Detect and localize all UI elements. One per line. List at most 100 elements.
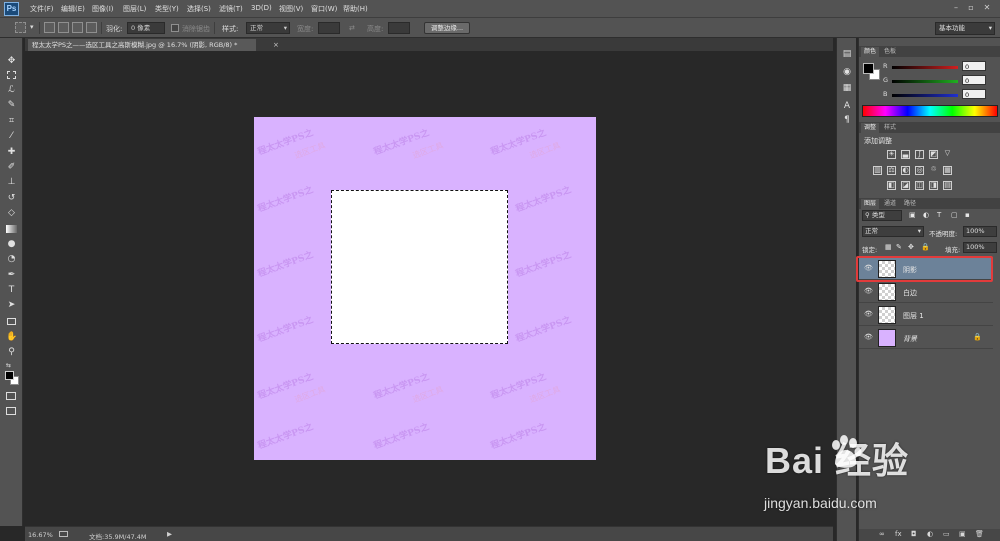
add-selection-icon[interactable]: [58, 22, 69, 33]
tab-adjustments[interactable]: 调整: [861, 123, 880, 133]
selective-color-icon[interactable]: ◨: [929, 181, 938, 190]
rect-marquee-tool-icon[interactable]: [7, 71, 16, 79]
tab-layers[interactable]: 图层: [861, 199, 880, 209]
posterize-icon[interactable]: ◪: [901, 181, 910, 190]
foreground-color-swatch[interactable]: [863, 63, 874, 74]
tab-color[interactable]: 颜色: [861, 47, 880, 57]
invert-icon[interactable]: ◧: [887, 181, 896, 190]
color-spectrum[interactable]: [862, 105, 998, 117]
document-canvas[interactable]: 程太太学PS之 选区工具 程太太学PS之 选区工具 程太太学PS之 选区工具 程…: [254, 117, 596, 460]
marquee-tool-preset-icon[interactable]: [15, 22, 26, 33]
layer-row-background[interactable]: 👁 背景 🔒: [859, 327, 993, 349]
subtract-selection-icon[interactable]: [72, 22, 83, 33]
history-icon[interactable]: ▤: [841, 48, 853, 60]
info-icon[interactable]: ▦: [841, 82, 853, 94]
feather-input[interactable]: 0 像素: [127, 22, 165, 34]
workspace-select[interactable]: 基本功能 ▾: [935, 22, 995, 35]
new-layer-icon[interactable]: ▣: [959, 530, 966, 538]
layer-row-white-border[interactable]: 👁 白边: [859, 281, 993, 303]
close-tab-icon[interactable]: ×: [273, 39, 279, 51]
curves-icon[interactable]: ∫: [915, 150, 924, 159]
photo-filter-icon[interactable]: ◎: [915, 166, 924, 175]
character-icon[interactable]: A: [841, 100, 853, 112]
slider-value[interactable]: 0: [962, 75, 986, 85]
height-input[interactable]: [388, 22, 410, 34]
tab-styles[interactable]: 样式: [881, 123, 899, 133]
menu-filter[interactable]: 滤镜(T): [219, 4, 243, 14]
style-select[interactable]: 正常 ▾: [246, 22, 290, 34]
blur-tool-icon[interactable]: ●: [6, 239, 17, 250]
maximize-icon[interactable]: ▫: [966, 3, 976, 13]
document-tab[interactable]: 程太太学PS之——选区工具之高斯模糊.jpg @ 16.7% (阴影, RGB/…: [28, 39, 256, 51]
hand-tool-icon[interactable]: ✋: [6, 332, 17, 343]
filter-type-icon[interactable]: T: [937, 211, 941, 219]
menu-3d[interactable]: 3D(D): [251, 4, 272, 12]
zoom-level[interactable]: 16.67%: [28, 531, 53, 539]
zoom-tool-icon[interactable]: ⚲: [6, 347, 17, 358]
menu-type[interactable]: 类型(Y): [155, 4, 179, 14]
channel-mixer-icon[interactable]: ♲: [929, 166, 938, 175]
layer-row-layer1[interactable]: 👁 图层 1: [859, 304, 993, 326]
eyedropper-tool-icon[interactable]: ⁄: [6, 131, 17, 142]
levels-icon[interactable]: ▃: [901, 150, 910, 159]
menu-image[interactable]: 图像(I): [92, 4, 114, 14]
menu-select[interactable]: 选择(S): [187, 4, 211, 14]
filter-shape-icon[interactable]: ▢: [951, 211, 958, 219]
menu-view[interactable]: 视图(V): [279, 4, 303, 14]
foreground-color-swatch[interactable]: [5, 371, 14, 380]
slider-track[interactable]: [892, 94, 958, 97]
exposure-icon[interactable]: ◩: [929, 150, 938, 159]
healing-brush-tool-icon[interactable]: ✚: [6, 147, 17, 158]
slider-value[interactable]: 0: [962, 61, 986, 71]
menu-file[interactable]: 文件(F): [30, 4, 54, 14]
menu-layer[interactable]: 图层(L): [123, 4, 146, 14]
crop-tool-icon[interactable]: ⌗: [6, 116, 17, 127]
lasso-tool-icon[interactable]: ℒ: [6, 85, 17, 96]
layer-name[interactable]: 背景: [903, 334, 917, 344]
slider-track[interactable]: [892, 66, 958, 69]
width-input[interactable]: [318, 22, 340, 34]
pen-tool-icon[interactable]: ✒: [6, 270, 17, 281]
history-brush-tool-icon[interactable]: ↺: [6, 193, 17, 204]
eye-icon[interactable]: 👁: [864, 333, 873, 342]
gradient-tool-icon[interactable]: [6, 225, 17, 233]
chevron-down-icon[interactable]: ▾: [30, 23, 34, 31]
rectangle-tool-icon[interactable]: [7, 318, 16, 325]
quick-mask-icon[interactable]: [6, 392, 16, 400]
fill-input[interactable]: 100%: [963, 242, 997, 253]
intersect-selection-icon[interactable]: [86, 22, 97, 33]
new-adjustment-icon[interactable]: ◐: [927, 530, 933, 538]
close-window-icon[interactable]: ✕: [982, 3, 992, 13]
threshold-icon[interactable]: ◫: [915, 181, 924, 190]
brightness-icon[interactable]: ☀: [887, 150, 896, 159]
brush-tool-icon[interactable]: ✐: [6, 162, 17, 173]
properties-icon[interactable]: ◉: [841, 66, 853, 78]
eraser-tool-icon[interactable]: ◇: [6, 208, 17, 219]
eye-icon[interactable]: 👁: [864, 287, 873, 296]
link-layers-icon[interactable]: ∞: [879, 530, 885, 538]
layer-name[interactable]: 白边: [903, 288, 917, 298]
quick-select-tool-icon[interactable]: ✎: [6, 100, 17, 111]
menu-help[interactable]: 帮助(H): [343, 4, 368, 14]
layer-name[interactable]: 图层 1: [903, 311, 924, 321]
lock-transparent-icon[interactable]: ▦: [885, 243, 892, 251]
default-colors-icon[interactable]: ⇆: [3, 360, 14, 371]
gradient-map-icon[interactable]: ▤: [943, 181, 952, 190]
path-select-tool-icon[interactable]: ➤: [6, 300, 17, 311]
lock-all-icon[interactable]: 🔒: [921, 243, 930, 251]
layer-style-icon[interactable]: fx: [895, 530, 902, 538]
menu-window[interactable]: 窗口(W): [311, 4, 337, 14]
lock-pixels-icon[interactable]: ✎: [896, 243, 902, 251]
paragraph-icon[interactable]: ¶: [841, 114, 853, 126]
filter-adjust-icon[interactable]: ◐: [923, 211, 929, 219]
layer-filter-select[interactable]: ⚲ 类型: [862, 210, 902, 221]
swap-icon[interactable]: ⇄: [349, 24, 355, 32]
lock-position-icon[interactable]: ✥: [908, 243, 914, 251]
black-white-icon[interactable]: ◐: [901, 166, 910, 175]
vibrance-icon[interactable]: ▽: [943, 150, 952, 159]
hue-icon[interactable]: ▥: [873, 166, 882, 175]
color-balance-icon[interactable]: ⚖: [887, 166, 896, 175]
new-selection-icon[interactable]: [44, 22, 55, 33]
dodge-tool-icon[interactable]: ◔: [6, 254, 17, 265]
refine-edge-button[interactable]: 调整边缘...: [424, 22, 470, 34]
